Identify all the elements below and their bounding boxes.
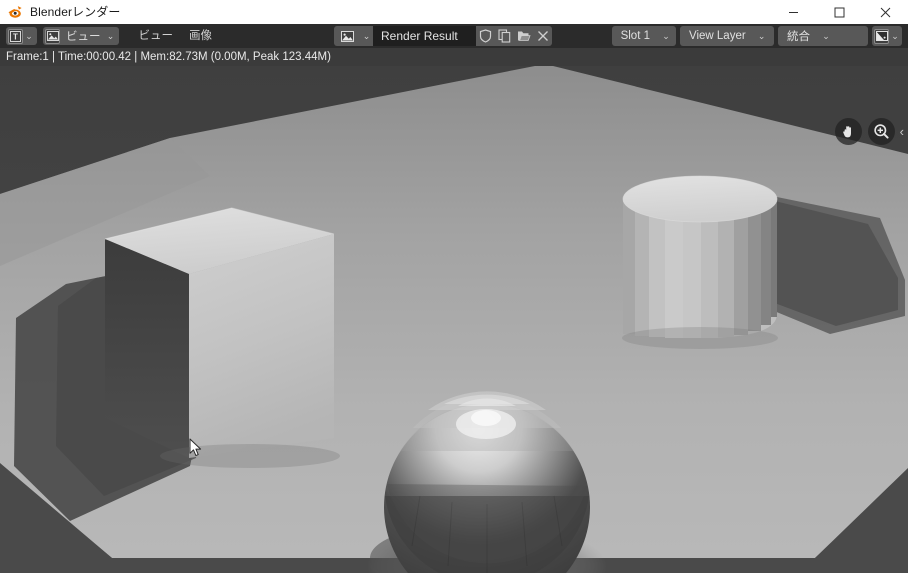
view-layer-dropdown[interactable]: View Layer ⌄: [680, 26, 774, 46]
view-mode-caret: ⌄: [106, 30, 115, 41]
view-layer-caret: ⌄: [757, 30, 766, 41]
view-mode-label: ビュー: [66, 31, 101, 43]
render-viewport[interactable]: ‹: [0, 66, 908, 573]
maximize-button[interactable]: [816, 0, 862, 24]
image-editor-icon: [45, 28, 60, 44]
minimize-button[interactable]: [770, 0, 816, 24]
blender-render-window: Blenderレンダー T ⌄ ビュー ⌄ ビュー 画像 ⌄ Render Re…: [0, 0, 908, 573]
open-image-button[interactable]: [514, 26, 533, 46]
pan-view-button[interactable]: [834, 118, 862, 145]
zoom-view-button[interactable]: [867, 118, 895, 145]
sidebar-toggle[interactable]: ‹: [900, 125, 904, 138]
view-layer-label: View Layer: [689, 30, 746, 42]
datablock-caret[interactable]: ⌄: [360, 26, 373, 46]
image-datablock-icon[interactable]: [334, 26, 360, 46]
render-pass-label: 統合: [787, 31, 810, 43]
viewport-gizmos: ‹: [834, 118, 904, 145]
view-mode-button[interactable]: ビュー ⌄: [43, 27, 119, 45]
editor-type-icon: T: [8, 28, 23, 44]
display-channels-caret: ⌄: [891, 30, 899, 41]
new-image-button[interactable]: [495, 26, 514, 46]
datablock-name-field[interactable]: Render Result: [373, 26, 476, 46]
render-pass-caret: ⌄: [822, 30, 830, 41]
image-channels-icon: [874, 28, 889, 44]
render-pass-dropdown[interactable]: 統合 ⌄: [778, 26, 868, 46]
hand-icon: [843, 125, 852, 137]
image-datablock-selector: ⌄ Render Result: [334, 26, 552, 46]
editor-type-caret: ⌄: [25, 30, 33, 41]
svg-text:T: T: [13, 32, 18, 41]
blender-logo-icon: [7, 4, 23, 20]
header-right-controls: Slot 1 ⌄ View Layer ⌄ 統合 ⌄ ⌄: [611, 26, 902, 46]
menu-view[interactable]: ビュー: [131, 24, 182, 48]
display-channels-dropdown[interactable]: ⌄: [872, 26, 902, 46]
magnifier-plus-icon: [873, 124, 889, 139]
close-button[interactable]: [862, 0, 908, 24]
editor-type-button[interactable]: T ⌄: [6, 27, 37, 45]
fake-user-button[interactable]: [476, 26, 495, 46]
menu-image[interactable]: 画像: [181, 24, 220, 48]
rendered-image: [0, 66, 908, 573]
render-slot-caret: ⌄: [662, 30, 670, 41]
render-stats-text: Frame:1 | Time:00:00.42 | Mem:82.73M (0.…: [6, 51, 331, 63]
render-slot-dropdown[interactable]: Slot 1 ⌄: [611, 26, 676, 46]
window-titlebar: Blenderレンダー: [0, 0, 908, 24]
render-slot-label: Slot 1: [620, 30, 650, 42]
window-controls: [770, 0, 908, 24]
mouse-cursor: [189, 438, 203, 463]
render-info-bar: Frame:1 | Time:00:00.42 | Mem:82.73M (0.…: [0, 48, 908, 66]
window-title: Blenderレンダー: [30, 5, 121, 19]
unlink-datablock-button[interactable]: [533, 26, 552, 46]
